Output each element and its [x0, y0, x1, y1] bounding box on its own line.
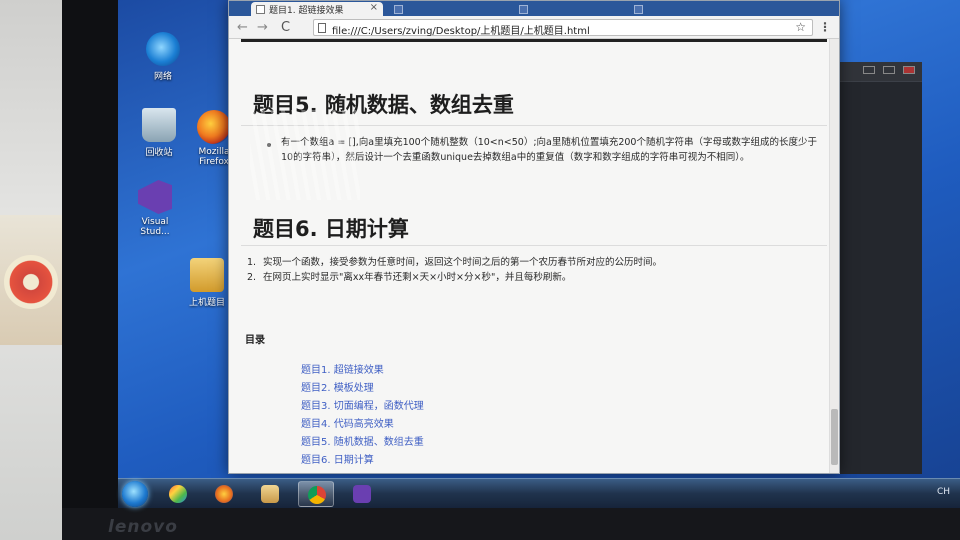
- page-icon: [634, 5, 643, 14]
- firefox-icon: [197, 110, 231, 144]
- desktop-icon-label: 网络: [153, 72, 172, 82]
- section5-text: 有一个数组a = [],向a里填充100个随机整数（10<n<50）;向a里随机…: [281, 137, 817, 163]
- wall-poster: [0, 215, 62, 345]
- page-content: 题目5. 随机数据、数组去重 有一个数组a = [],向a里填充100个随机整数…: [229, 39, 839, 473]
- page-icon: [519, 5, 528, 14]
- reload-button[interactable]: C: [281, 20, 290, 35]
- folder-icon: [261, 485, 279, 503]
- toc-link[interactable]: 题目6. 日期计算: [301, 451, 374, 466]
- minimize-icon[interactable]: [863, 66, 875, 74]
- scrollbar-thumb[interactable]: [831, 409, 838, 465]
- browser-menu-icon[interactable]: ⋮: [819, 20, 831, 34]
- desktop-icon-label: 回收站: [145, 148, 173, 158]
- section6-item: 实现一个函数，接受参数为任意时间，返回这个时间之后的第一个农历春节所对应的公历时…: [263, 257, 663, 268]
- tab-active[interactable]: 题目1. 超链接效果 ×: [251, 2, 383, 16]
- maximize-icon[interactable]: [883, 66, 895, 74]
- forward-button[interactable]: →: [257, 20, 268, 35]
- desktop-icon-visual-studio[interactable]: Visual Stud...: [126, 180, 184, 237]
- page-icon: [256, 5, 265, 14]
- desktop-icon-label: Mozilla Firefox: [198, 147, 230, 167]
- page-icon: [318, 23, 326, 33]
- page-icon: [394, 5, 403, 14]
- section6-heading: 题目6. 日期计算: [253, 217, 409, 241]
- monitor-brand-logo: lenovo: [108, 517, 178, 537]
- browser-toolbar: ← → C file:///C:/Users/zving/Desktop/上机题…: [229, 16, 839, 39]
- poster-graphic: [4, 255, 58, 309]
- app-icon: [169, 485, 187, 503]
- scrollbar[interactable]: [829, 39, 839, 473]
- list-number: 1.: [247, 257, 257, 268]
- taskbar-explorer[interactable]: [252, 481, 288, 507]
- tab-inactive[interactable]: [514, 2, 624, 16]
- taskbar-app[interactable]: [160, 481, 196, 507]
- system-tray[interactable]: CH: [937, 487, 950, 497]
- section6-item: 在网页上实时显示"离xx年春节还剩×天×小时×分×秒"，并且每秒刷新。: [263, 272, 572, 283]
- toc-link[interactable]: 题目4. 代码高亮效果: [301, 415, 394, 430]
- firefox-icon: [215, 485, 233, 503]
- start-button[interactable]: [122, 481, 148, 507]
- desktop-icon-label: Visual Stud...: [140, 217, 170, 237]
- section5-heading: 题目5. 随机数据、数组去重: [253, 93, 514, 117]
- taskbar-chrome[interactable]: [298, 481, 334, 507]
- network-icon: [146, 32, 180, 66]
- tab-title: 题目1. 超链接效果: [269, 6, 344, 16]
- recycle-bin-icon: [142, 108, 176, 142]
- background-window[interactable]: [838, 62, 922, 474]
- bookmark-star-icon[interactable]: ☆: [795, 20, 806, 34]
- divider: [241, 125, 827, 126]
- folder-icon: [190, 258, 224, 292]
- list-bullet: [267, 143, 271, 147]
- address-bar[interactable]: file:///C:/Users/zving/Desktop/上机题目/上机题目…: [313, 19, 813, 37]
- taskbar-visual-studio[interactable]: [344, 481, 380, 507]
- toc-link[interactable]: 题目3. 切面编程，函数代理: [301, 397, 424, 412]
- tab-strip: 题目1. 超链接效果 ×: [229, 1, 839, 16]
- toc-link[interactable]: 题目1. 超链接效果: [301, 361, 384, 376]
- toc-link[interactable]: 题目2. 模板处理: [301, 379, 374, 394]
- desktop-icon-label: 上机题目: [188, 298, 225, 308]
- browser-window: 题目1. 超链接效果 × ← → C file:///C:/Users/zvin…: [228, 0, 840, 474]
- toc-title: 目录: [245, 335, 265, 346]
- monitor-bezel: [62, 0, 122, 540]
- url-text[interactable]: file:///C:/Users/zving/Desktop/上机题目/上机题目…: [332, 22, 590, 37]
- list-number: 2.: [247, 272, 257, 283]
- divider: [241, 245, 827, 246]
- toc-link[interactable]: 题目5. 随机数据、数组去重: [301, 433, 424, 448]
- chrome-icon: [308, 486, 326, 504]
- monitor-bezel-bottom: [62, 508, 960, 540]
- divider: [241, 39, 827, 42]
- tab-inactive[interactable]: [629, 2, 729, 16]
- close-icon[interactable]: [903, 66, 915, 74]
- visual-studio-icon: [138, 180, 172, 214]
- tab-close-icon[interactable]: ×: [370, 2, 378, 13]
- desktop-icon-network[interactable]: 网络: [134, 32, 192, 82]
- taskbar: CH: [118, 478, 960, 508]
- back-button[interactable]: ←: [237, 20, 248, 35]
- desktop-icon-recycle-bin[interactable]: 回收站: [130, 108, 188, 158]
- visual-studio-icon: [353, 485, 371, 503]
- tab-inactive[interactable]: [389, 2, 509, 16]
- taskbar-firefox[interactable]: [206, 481, 242, 507]
- wall-background: [0, 0, 62, 540]
